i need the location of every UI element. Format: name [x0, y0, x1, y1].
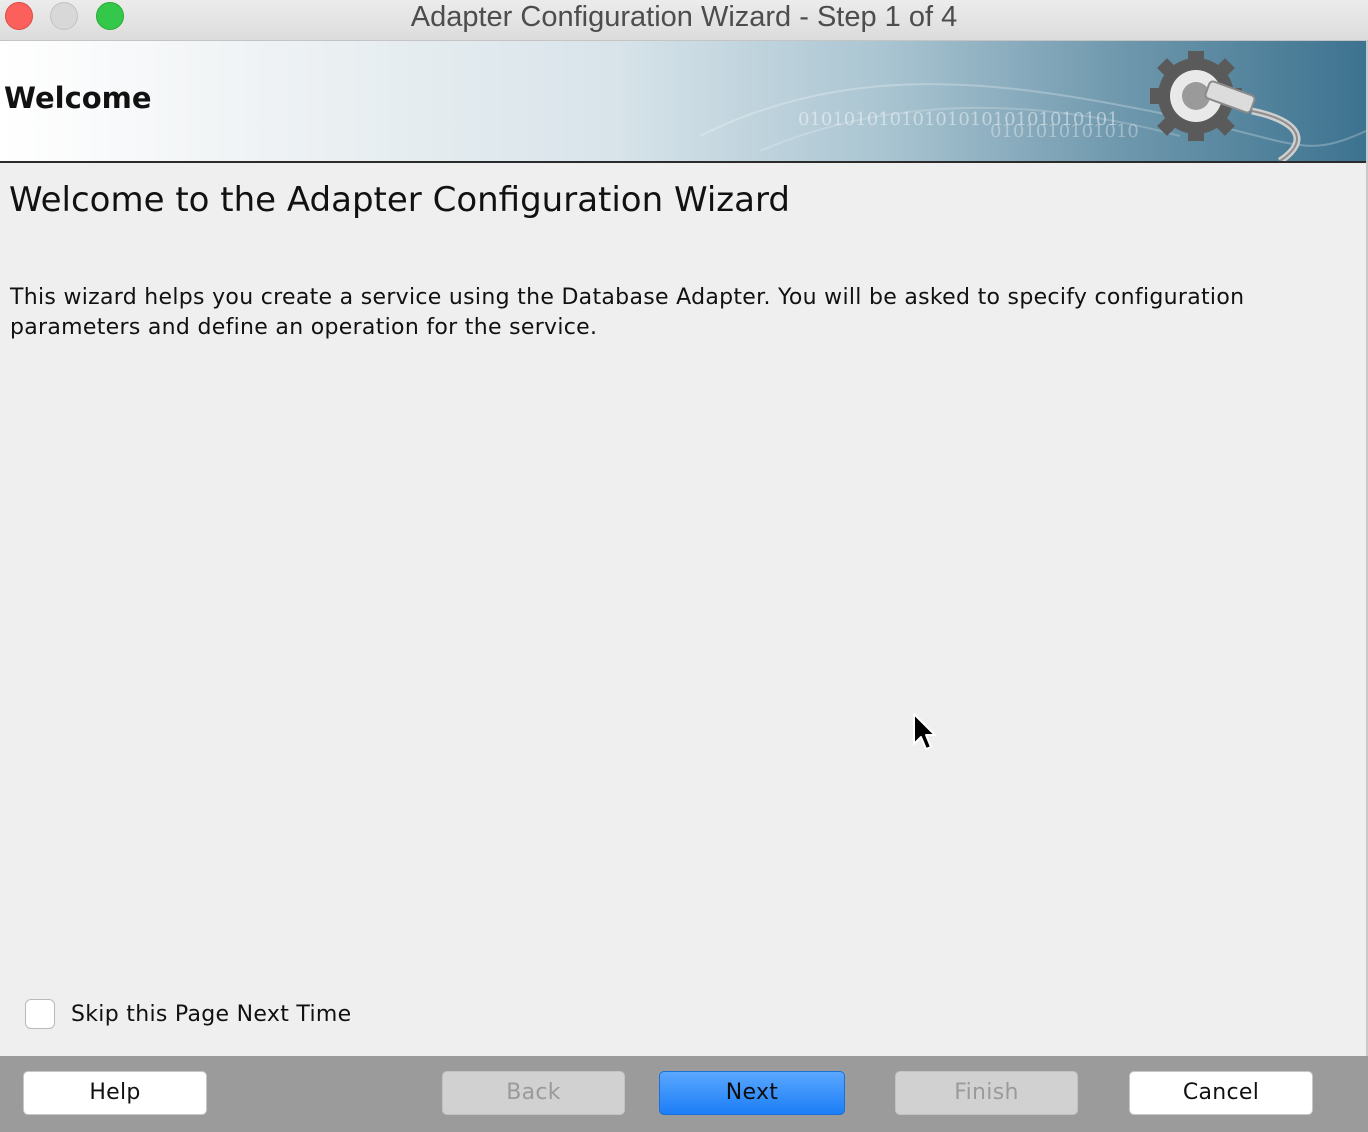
window-title: Adapter Configuration Wizard - Step 1 of…	[410, 1, 958, 33]
gear-plug-icon	[1150, 51, 1301, 161]
finish-button[interactable]: Finish	[895, 1071, 1078, 1115]
page-description: This wizard helps you create a service u…	[10, 285, 1245, 340]
wizard-window: Adapter Configuration Wizard - Step 1 of…	[0, 0, 1368, 1132]
mouse-pointer-icon	[913, 713, 936, 750]
skip-page-checkbox[interactable]	[25, 999, 55, 1029]
skip-page-option[interactable]: Skip this Page Next Time	[25, 998, 351, 1030]
wizard-banner: Welcome 0101010101010101010101010101 010…	[0, 41, 1366, 163]
banner-binary-text-2: 0101010101010	[990, 121, 1139, 142]
cancel-button[interactable]: Cancel	[1129, 1071, 1313, 1115]
title-bar: Adapter Configuration Wizard - Step 1 of…	[0, 0, 1368, 41]
wizard-footer: Help Back Next Finish Cancel	[0, 1056, 1368, 1132]
help-button[interactable]: Help	[23, 1071, 207, 1115]
next-button[interactable]: Next	[659, 1071, 845, 1115]
page-heading: Welcome to the Adapter Configuration Wiz…	[9, 180, 790, 220]
banner-artwork: 0101010101010101010101010101 01010101010…	[699, 51, 1366, 161]
skip-page-label[interactable]: Skip this Page Next Time	[71, 1002, 351, 1027]
back-button[interactable]: Back	[442, 1071, 625, 1115]
